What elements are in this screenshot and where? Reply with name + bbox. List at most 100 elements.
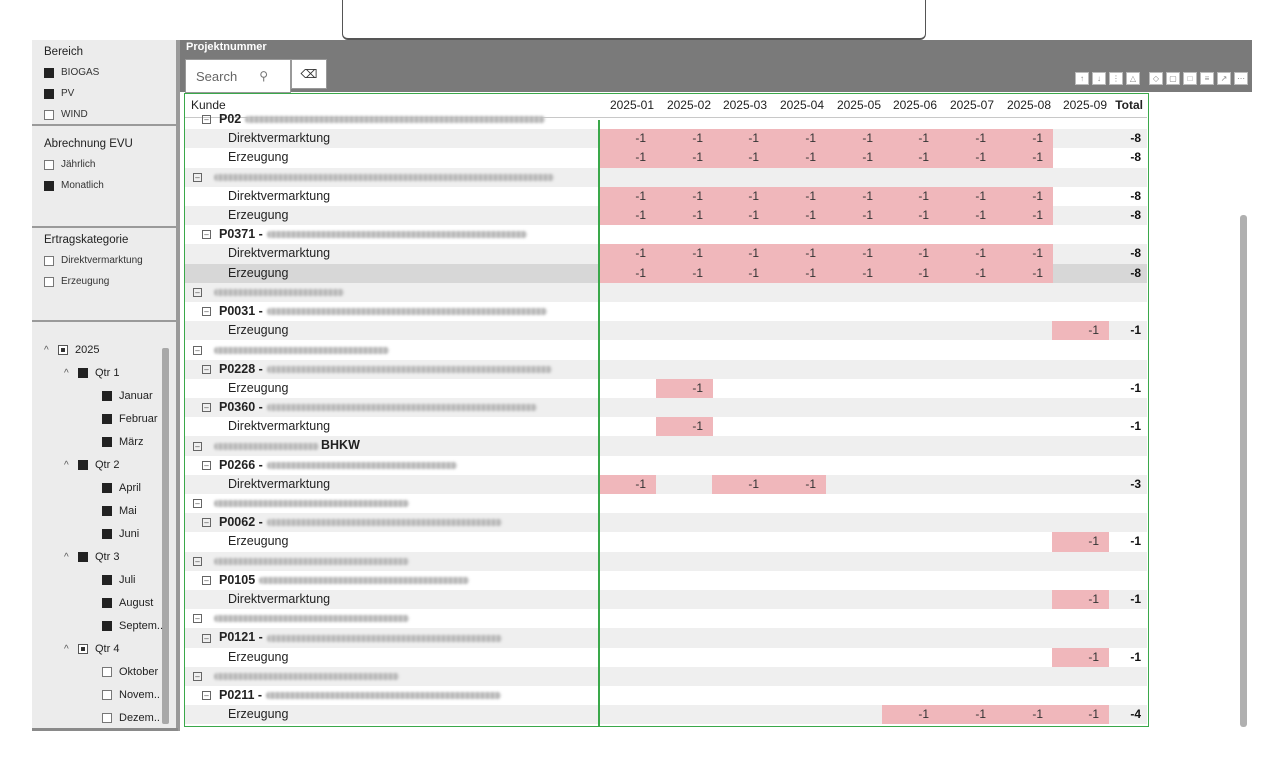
checkbox-icon[interactable] [102,391,112,401]
table-row[interactable]: Direktvermarktung -1 -1 -1 -1 -1 -1 -1 -1 -8 [185,186,1147,206]
value-cell[interactable]: -1 [996,129,1053,149]
table-row[interactable]: – [185,167,1147,187]
checkbox-icon[interactable] [102,598,112,608]
table-row[interactable]: – P0228 - [185,359,1147,379]
filter-icon[interactable]: ≡ [1200,72,1214,85]
total-cell[interactable]: -1 [1109,532,1147,551]
value-cell[interactable]: -1 [769,148,826,168]
value-cell[interactable]: -1 [882,148,939,168]
collapse-icon[interactable]: – [193,441,202,451]
tree-node-month[interactable]: Novem.. [102,685,160,705]
value-cell[interactable]: -1 [599,129,656,149]
value-cell[interactable]: -1 [599,263,656,283]
more-icon[interactable]: ⋯ [1234,72,1248,85]
tree-node-quarter[interactable]: ^ Qtr 1 [64,363,119,383]
value-cell[interactable]: -1 [882,263,939,283]
total-cell[interactable]: -8 [1109,206,1147,225]
value-cell[interactable]: -1 [712,263,769,283]
table-row[interactable]: – [185,282,1147,302]
table-row[interactable]: – [185,551,1147,571]
collapse-icon[interactable]: – [193,345,202,355]
checkbox-icon[interactable] [78,368,88,378]
table-row[interactable]: – P0266 - [185,456,1147,475]
checkbox-icon[interactable] [102,713,112,723]
chevron-up-icon[interactable]: ^ [64,552,78,563]
value-cell[interactable]: -1 [712,148,769,168]
pin-icon[interactable]: ◇ [1149,72,1163,85]
table-row[interactable]: Direktvermarktung -1 -1 -1 -1 -1 -1 -1 -1 -8 [185,129,1147,149]
value-cell[interactable]: -1 [882,206,939,226]
value-cell[interactable]: -1 [939,129,996,149]
tree-node-quarter[interactable]: ^ Qtr 4 [64,639,119,659]
total-cell[interactable]: -3 [1109,475,1147,494]
chevron-up-icon[interactable]: ^ [64,368,78,379]
total-cell[interactable]: -8 [1109,148,1147,167]
checkbox-icon[interactable] [44,276,54,287]
value-cell[interactable]: -1 [712,186,769,206]
value-cell[interactable]: -1 [939,186,996,206]
table-row[interactable]: Erzeugung -1 -1 [185,321,1147,341]
value-cell[interactable]: -1 [939,206,996,226]
matrix-scrollbar[interactable] [1240,215,1247,727]
table-row[interactable]: – [185,666,1147,686]
table-row[interactable]: Erzeugung -1 -1 -1 -1 -1 -1 -1 -1 -8 [185,148,1147,168]
value-cell[interactable]: -1 [1052,590,1109,610]
value-cell[interactable]: -1 [656,378,713,398]
total-cell[interactable]: -1 [1109,648,1147,667]
value-cell[interactable]: -1 [769,206,826,226]
value-cell[interactable]: -1 [656,129,713,149]
checkbox-icon[interactable] [58,345,68,355]
value-cell[interactable]: -1 [826,244,883,264]
total-cell[interactable]: -8 [1109,244,1147,263]
value-cell[interactable]: -1 [599,206,656,226]
value-cell[interactable]: -1 [939,148,996,168]
collapse-icon[interactable]: – [193,172,202,182]
value-cell[interactable]: -1 [599,244,656,264]
total-cell[interactable]: -1 [1109,417,1147,436]
total-cell[interactable]: -8 [1109,129,1147,148]
value-cell[interactable]: -1 [826,263,883,283]
value-cell[interactable]: -1 [656,206,713,226]
checkbox-icon[interactable] [102,667,112,677]
total-cell[interactable]: -8 [1109,264,1147,283]
value-cell[interactable]: -1 [939,705,996,725]
checkbox-icon[interactable] [44,88,54,99]
value-cell[interactable]: -1 [882,129,939,149]
tree-node-month[interactable]: August [102,593,153,613]
value-cell[interactable]: -1 [656,263,713,283]
expand-icon[interactable]: △ [1126,72,1140,85]
tree-node-month[interactable]: April [102,478,141,498]
value-cell[interactable]: -1 [599,474,656,494]
slicer-option[interactable]: Erzeugung [32,271,176,292]
value-cell[interactable]: -1 [1052,532,1109,552]
value-cell[interactable]: -1 [882,705,939,725]
chevron-up-icon[interactable]: ^ [64,644,78,655]
checkbox-icon[interactable] [102,437,112,447]
collapse-icon[interactable]: – [202,115,211,125]
sort-asc-icon[interactable]: ↑ [1075,72,1089,85]
checkbox-icon[interactable] [44,67,54,78]
collapse-icon[interactable]: – [202,403,211,413]
tree-node-month[interactable]: Februar [102,409,158,429]
tree-node-month[interactable]: Oktober [102,662,158,682]
value-cell[interactable]: -1 [769,244,826,264]
tree-node-month[interactable]: Mai [102,501,137,521]
value-cell[interactable]: -1 [996,206,1053,226]
eraser-button[interactable]: ⌫ [291,59,327,89]
collapse-icon[interactable]: – [202,691,211,701]
checkbox-icon[interactable] [102,690,112,700]
search-icon[interactable]: ⚲ [259,69,268,83]
value-cell[interactable]: -1 [996,148,1053,168]
drill-icon[interactable]: ⋮ [1109,72,1123,85]
table-row[interactable]: Erzeugung -1 -1 -1 -1 -1 -1 -1 -1 -8 [185,206,1147,226]
collapse-icon[interactable]: – [202,576,211,585]
table-row[interactable]: Direktvermarktung -1 -1 -1 -3 [185,474,1147,494]
value-cell[interactable]: -1 [599,148,656,168]
table-row[interactable]: – [185,494,1147,513]
table-row[interactable]: Direktvermarktung -1 -1 -1 -1 -1 -1 -1 -1 -8 [185,244,1147,264]
checkbox-icon[interactable] [44,255,54,266]
checkbox-icon[interactable] [102,506,112,516]
total-cell[interactable]: -1 [1109,590,1147,609]
checkbox-icon[interactable] [102,414,112,424]
value-cell[interactable]: -1 [1052,647,1109,667]
